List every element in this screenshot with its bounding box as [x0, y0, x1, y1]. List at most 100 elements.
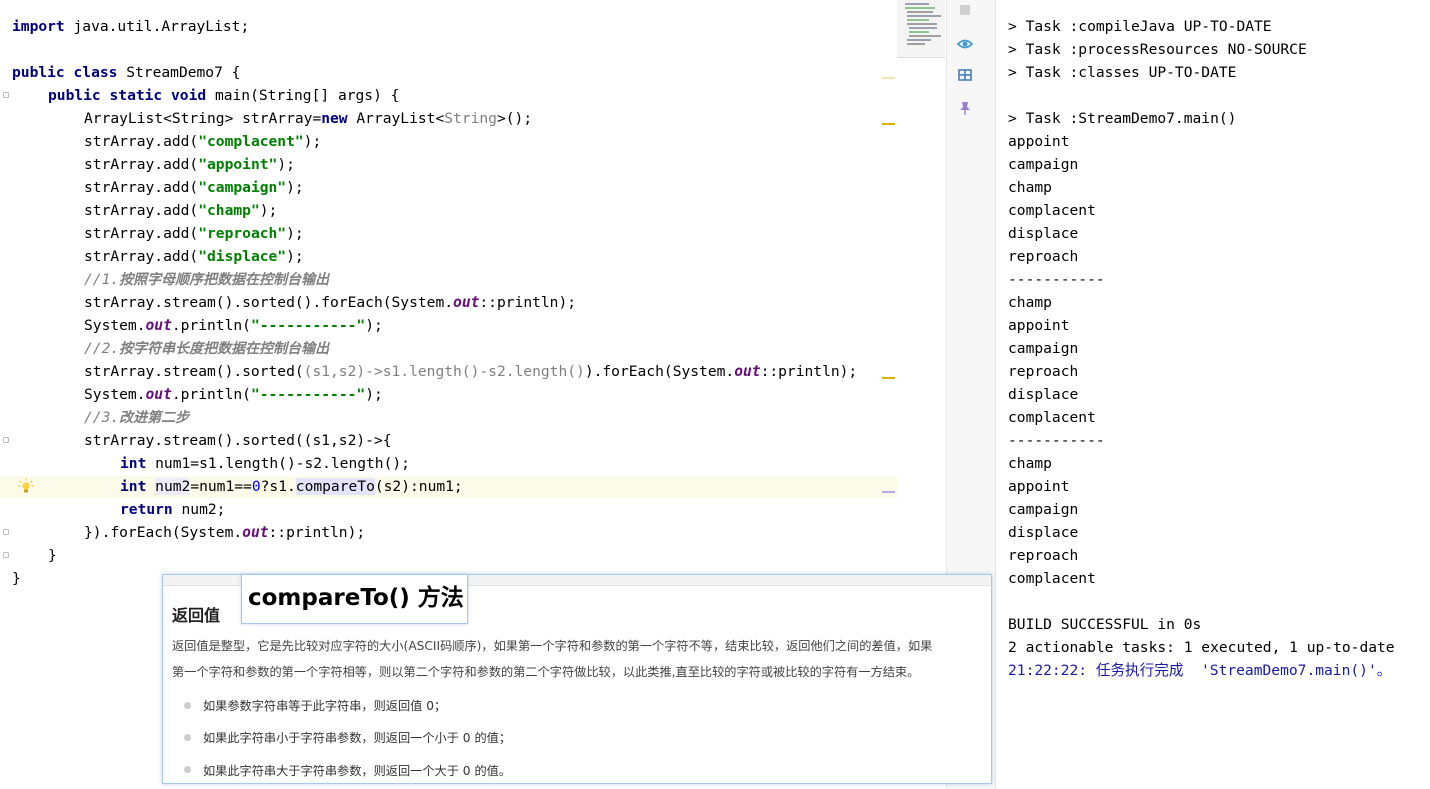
field-token: out — [145, 386, 172, 403]
console-line: displace — [1008, 386, 1079, 403]
fold-marker[interactable] — [3, 529, 9, 535]
field-token: out — [453, 294, 480, 311]
code-line: strArray.add("champ"); — [84, 199, 277, 222]
eye-icon[interactable] — [957, 36, 973, 52]
bullet-item: 如果此字符串小于字符串参数，则返回一个小于 0 的值； — [203, 731, 512, 745]
console-line: champ — [1008, 455, 1052, 472]
code-comment: //1.按照字母顺序把数据在控制台输出 — [84, 268, 329, 291]
field-token: out — [734, 363, 761, 380]
run-console[interactable]: > Task :compileJava UP-TO-DATE > Task :pr… — [996, 0, 1430, 789]
code-line: } — [48, 544, 57, 567]
console-line: complacent — [1008, 202, 1096, 219]
console-line-status: 21:22:22: 任务执行完成 'StreamDemo7.main()'。 — [1008, 659, 1391, 682]
code-line: strArray.add("reproach"); — [84, 222, 304, 245]
console-line: > Task :processResources NO-SOURCE — [1008, 41, 1307, 58]
comment-token: //2. — [84, 340, 120, 357]
code-token: num2; — [172, 501, 226, 518]
minimap-line — [909, 35, 941, 37]
keyword-token: int — [120, 455, 147, 472]
description-text: 返回值是整型，它是先比较对应字符的大小(ASCII码顺序)，如果第一个字符和参数… — [172, 639, 933, 653]
code-token: =num1== — [190, 478, 252, 495]
minimap-line — [907, 43, 925, 45]
console-line: complacent — [1008, 570, 1096, 587]
code-token: } — [48, 547, 57, 564]
code-token: strArray.add( — [84, 179, 199, 196]
console-line: > Task :compileJava UP-TO-DATE — [1008, 18, 1272, 35]
fold-marker[interactable] — [3, 552, 9, 558]
usage-marker[interactable] — [882, 491, 895, 493]
console-line: reproach — [1008, 547, 1079, 564]
console-line: reproach — [1008, 248, 1079, 265]
code-token: ); — [259, 202, 278, 219]
code-line: }).forEach(System.out::println); — [84, 521, 365, 544]
minimap-line — [905, 7, 935, 9]
keyword-token: return — [120, 501, 173, 518]
lambda-token: (s1,s2)->s1.length()-s2.length() — [303, 363, 585, 380]
string-token: "displace" — [198, 248, 287, 265]
console-line: campaign — [1008, 156, 1079, 173]
code-line: strArray.add("appoint"); — [84, 153, 295, 176]
comment-token: 按字符串长度把数据在控制台输出 — [119, 341, 330, 357]
code-line: strArray.stream().sorted().forEach(Syste… — [84, 291, 576, 314]
keyword-token: new — [321, 110, 348, 127]
selected-method-token[interactable]: compareTo — [295, 478, 375, 495]
warning-marker[interactable] — [882, 77, 895, 79]
editor-gutter — [0, 0, 10, 789]
console-line: champ — [1008, 179, 1052, 196]
console-line: ----------- — [1008, 432, 1105, 449]
console-line: ----------- — [1008, 271, 1105, 288]
stop-icon[interactable] — [957, 2, 973, 18]
console-line: appoint — [1008, 133, 1070, 150]
code-token: (s2):num1; — [374, 478, 463, 495]
generic-token: String — [444, 110, 497, 127]
comment-token: //3. — [84, 409, 120, 426]
string-token: "complacent" — [198, 133, 304, 150]
timestamp: 21:22:22 — [1008, 662, 1079, 679]
console-line: appoint — [1008, 478, 1070, 495]
console-line: appoint — [1008, 317, 1070, 334]
code-token: ); — [365, 386, 383, 403]
code-token: ); — [286, 225, 304, 242]
fold-marker[interactable] — [3, 92, 9, 98]
console-line: > Task :StreamDemo7.main() — [1008, 110, 1237, 127]
code-token: strArray.add( — [84, 156, 199, 173]
minimap-line — [907, 23, 937, 25]
code-token: num1=s1.length()-s2.length(); — [146, 455, 410, 472]
layout-icon[interactable] — [957, 67, 973, 83]
lightbulb-icon[interactable] — [18, 478, 34, 494]
comment-token: 按照字母顺序把数据在控制台输出 — [119, 272, 330, 288]
string-token: "reproach" — [198, 225, 287, 242]
bullet-item: 如果此字符串大于字符串参数，则返回一个大于 0 的值。 — [203, 764, 512, 778]
code-line: System.out.println("-----------"); — [84, 383, 383, 406]
string-token: "-----------" — [250, 317, 366, 334]
pin-icon[interactable] — [957, 100, 973, 116]
status-message: : 任务执行完成 'StreamDemo7.main()'。 — [1078, 662, 1392, 679]
warning-marker[interactable] — [882, 123, 895, 125]
minimap-line — [907, 19, 929, 21]
code-token: strArray.add( — [84, 225, 199, 242]
minimap-line — [909, 31, 929, 33]
console-line: champ — [1008, 294, 1052, 311]
code-token: ::println); — [760, 363, 858, 380]
code-minimap[interactable] — [897, 0, 945, 58]
code-token: } — [12, 570, 21, 587]
minimap-line — [907, 11, 933, 13]
code-token: main(String[] args) { — [206, 87, 400, 104]
code-line: strArray.add("displace"); — [84, 245, 304, 268]
code-comment: //3.改进第二步 — [84, 406, 189, 429]
fold-marker[interactable] — [3, 437, 9, 443]
minimap-line — [907, 39, 931, 41]
warning-marker[interactable] — [882, 377, 895, 379]
console-line: displace — [1008, 225, 1079, 242]
field-token: out — [242, 524, 269, 541]
console-line: displace — [1008, 524, 1079, 541]
minimap-line — [907, 15, 941, 17]
code-line-current: int num2=num1==0?s1.compareTo(s2):num1; — [120, 475, 463, 498]
method-title-callout: compareTo() 方法 — [241, 574, 468, 624]
code-line: public class StreamDemo7 { — [12, 61, 240, 84]
comment-token: //1. — [84, 271, 120, 288]
code-line: import java.util.ArrayList; — [12, 15, 249, 38]
code-token: ArrayList<String> strArray= — [84, 110, 322, 127]
code-token: }).forEach(System. — [84, 524, 243, 541]
